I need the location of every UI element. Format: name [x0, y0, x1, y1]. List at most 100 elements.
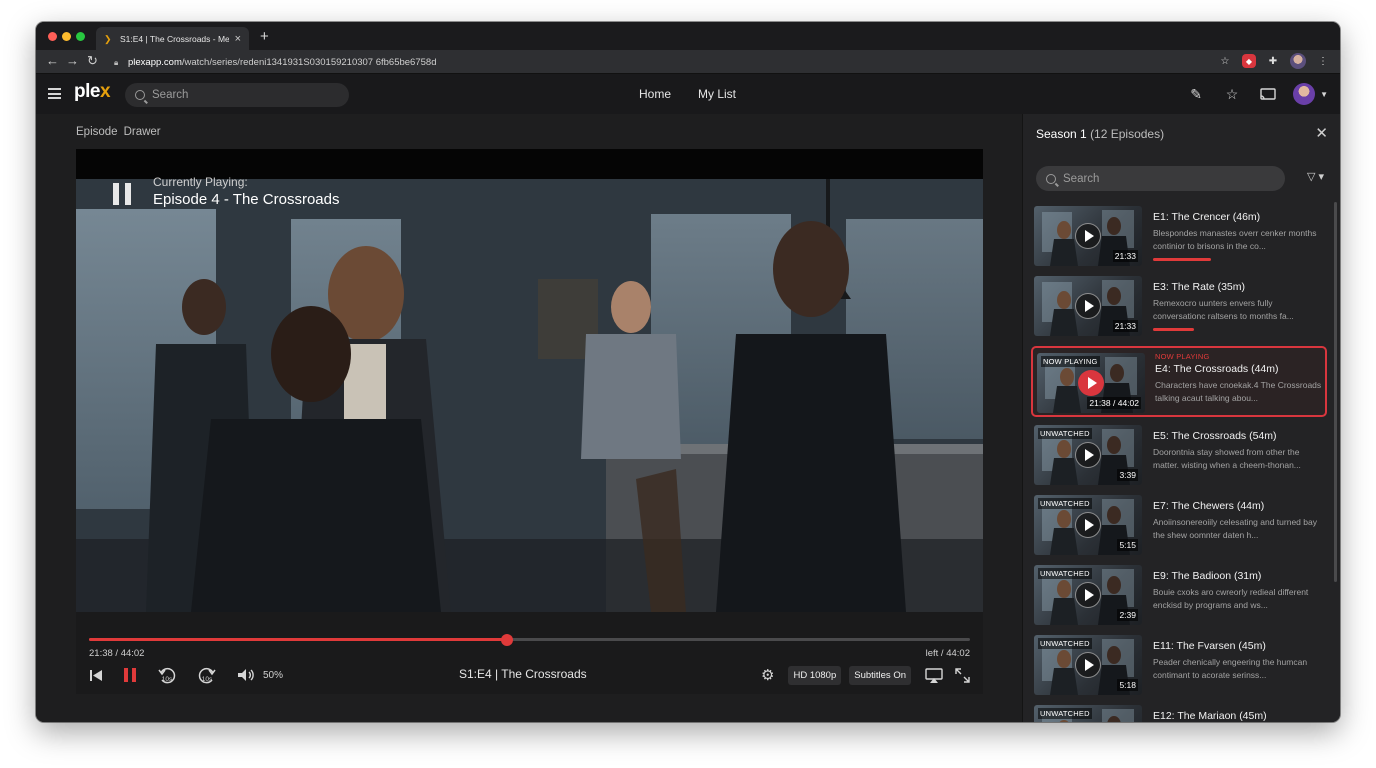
subtitles-button[interactable]: Subtitles On [849, 665, 911, 685]
extension-icon[interactable]: ◆ [1242, 54, 1256, 68]
episode-item[interactable]: 21:33 E1: The Crencer (46m) Blespondes man… [1031, 206, 1327, 270]
episode-progress-bar [1153, 328, 1194, 331]
drawer-search-input[interactable]: Search [1036, 166, 1285, 191]
elapsed-time: 21:38 / 44:02 [89, 648, 145, 659]
chevron-down-icon[interactable]: ▼ [1320, 90, 1328, 99]
play-icon[interactable] [1075, 582, 1101, 608]
control-row: 10s 10s 50% S1:E4 | The Crossroads ⚙ HD … [89, 663, 970, 687]
search-input[interactable]: Search [125, 83, 349, 107]
pause-button[interactable] [123, 663, 137, 687]
nav-home[interactable]: Home [639, 87, 671, 101]
cast-icon[interactable] [1257, 83, 1279, 105]
minimize-window-button[interactable] [62, 32, 71, 41]
url-text: plexapp.com/watch/series/redeni1341931S0… [128, 56, 437, 68]
user-avatar[interactable] [1293, 83, 1316, 105]
play-icon[interactable] [1075, 442, 1101, 468]
episode-item[interactable]: 21:33 E3: The Rate (35m) Remexocro uunters… [1031, 276, 1327, 340]
episode-thumbnail[interactable]: 21:33 [1034, 206, 1142, 266]
episode-item[interactable]: UNWATCHED 3:39 E5: The Crossroads (54m) Doo… [1031, 425, 1327, 489]
browser-profile-avatar[interactable] [1290, 53, 1306, 69]
browser-window: ❯ S1:E4 | The Crossroads - Men × + ← → ↻… [36, 22, 1340, 722]
episode-item[interactable]: UNWATCHED E12: The Mariaon (45m) [1031, 705, 1327, 722]
url-field[interactable]: 🔒︎ plexapp.com/watch/series/redeni134193… [106, 53, 1241, 71]
tab-close-icon[interactable]: × [235, 33, 241, 45]
fullscreen-icon[interactable] [955, 663, 970, 687]
play-icon[interactable] [1078, 370, 1104, 396]
episode-title[interactable]: E1: The Crencer (46m) [1153, 211, 1321, 223]
forward-icon[interactable]: → [66, 53, 79, 68]
watchlist-star-icon[interactable]: ☆ [1221, 83, 1243, 105]
close-window-button[interactable] [48, 32, 57, 41]
episode-thumbnail[interactable]: NOW PLAYING 21:38 / 44:02 [1037, 353, 1145, 413]
maximize-window-button[interactable] [76, 32, 85, 41]
now-playing-label: NOW PLAYING [1155, 352, 1210, 361]
quality-button[interactable]: HD 1080p [788, 665, 842, 685]
episode-status-badge: UNWATCHED [1038, 568, 1092, 579]
episode-duration: 3:39 [1117, 469, 1138, 481]
episode-item[interactable]: UNWATCHED 2:39 E9: The Badioon (31m) Bouie … [1031, 565, 1327, 629]
episode-thumbnail[interactable]: UNWATCHED [1034, 705, 1142, 722]
episode-description: Blespondes manastes overr cenker months … [1153, 228, 1317, 251]
puzzle-extensions-icon[interactable]: ✚ [1266, 54, 1280, 68]
episode-thumbnail[interactable]: 21:33 [1034, 276, 1142, 336]
episode-info: E5: The Crossroads (54m) Doorontnia stay … [1153, 430, 1321, 472]
pause-overlay-icon[interactable] [113, 183, 131, 205]
breadcrumb: Episode Drawer [76, 126, 161, 138]
episode-info: E9: The Badioon (31m) Bouie cxoks aro cwr… [1153, 570, 1321, 612]
hamburger-menu-icon[interactable] [48, 88, 61, 99]
seek-progress [89, 638, 508, 641]
currently-playing-label: Currently Playing: [153, 175, 248, 189]
episode-thumbnail[interactable]: UNWATCHED 5:18 [1034, 635, 1142, 695]
volume-icon[interactable] [237, 663, 255, 687]
video-player[interactable]: Currently Playing: Episode 4 - The Cross… [76, 149, 983, 694]
episode-title[interactable]: E5: The Crossroads (54m) [1153, 430, 1321, 442]
episode-thumbnail[interactable]: UNWATCHED 2:39 [1034, 565, 1142, 625]
seek-handle[interactable] [501, 633, 514, 646]
episode-info: E12: The Mariaon (45m) [1153, 710, 1321, 722]
reload-icon[interactable]: ↻ [87, 53, 98, 69]
drawer-scrollbar[interactable] [1334, 202, 1337, 582]
bookmark-star-icon[interactable]: ☆ [1218, 54, 1232, 68]
play-icon[interactable] [1075, 223, 1101, 249]
airplay-icon[interactable] [925, 663, 943, 687]
play-icon[interactable] [1075, 293, 1101, 319]
back-icon[interactable]: ← [46, 53, 59, 68]
forward-10-button[interactable]: 10s [197, 663, 217, 687]
play-icon[interactable] [1075, 512, 1101, 538]
search-icon [1046, 173, 1056, 184]
play-icon[interactable] [1075, 652, 1101, 678]
skip-previous-icon[interactable] [89, 663, 103, 687]
close-drawer-icon[interactable]: ✕ [1315, 124, 1328, 142]
plex-favicon-icon: ❯ [104, 33, 112, 44]
new-tab-button[interactable]: + [260, 28, 269, 45]
episode-description: Remexocro uunters envers fully conversat… [1153, 298, 1294, 321]
browser-tab[interactable]: ❯ S1:E4 | The Crossroads - Men × [96, 27, 249, 50]
filter-icon[interactable]: ▽ ▾ [1307, 170, 1324, 183]
episode-title[interactable]: E12: The Mariaon (45m) [1153, 710, 1321, 722]
episode-title[interactable]: E7: The Chewers (44m) [1153, 500, 1321, 512]
seek-bar[interactable] [89, 633, 970, 646]
episode-thumbnail[interactable]: UNWATCHED 5:15 [1034, 495, 1142, 555]
episode-title[interactable]: E4: The Crossroads (44m) [1155, 363, 1323, 375]
edit-pencil-icon[interactable]: ✎ [1185, 83, 1207, 105]
header-actions: ✎ ☆ ▼ [1185, 83, 1328, 105]
episode-item-now-playing[interactable]: NOW PLAYING 21:38 / 44:02 NOW PLAYING E4: T… [1031, 346, 1327, 417]
episode-item[interactable]: UNWATCHED 5:15 E7: The Chewers (44m) Anoiin… [1031, 495, 1327, 559]
settings-gear-icon[interactable]: ⚙ [761, 663, 774, 687]
breadcrumb-item[interactable]: Drawer [124, 126, 161, 138]
browser-menu-icon[interactable]: ⋮ [1316, 54, 1330, 68]
episode-title[interactable]: E3: The Rate (35m) [1153, 281, 1321, 293]
nav-my-list[interactable]: My List [698, 87, 736, 101]
main-nav: Home My List [639, 87, 736, 101]
episode-item[interactable]: UNWATCHED 5:18 E11: The Fvarsen (45m) Peade… [1031, 635, 1327, 699]
plex-logo[interactable]: plex [74, 81, 111, 103]
breadcrumb-item[interactable]: Episode [76, 126, 118, 138]
video-frame[interactable] [76, 179, 983, 612]
address-bar: ← → ↻ 🔒︎ plexapp.com/watch/series/redeni… [36, 50, 1340, 74]
episode-title[interactable]: E9: The Badioon (31m) [1153, 570, 1321, 582]
episode-title[interactable]: E11: The Fvarsen (45m) [1153, 640, 1321, 652]
drawer-search-placeholder: Search [1063, 172, 1100, 185]
rewind-10-button[interactable]: 10s [157, 663, 177, 687]
episode-thumbnail[interactable]: UNWATCHED 3:39 [1034, 425, 1142, 485]
search-icon [135, 90, 145, 100]
